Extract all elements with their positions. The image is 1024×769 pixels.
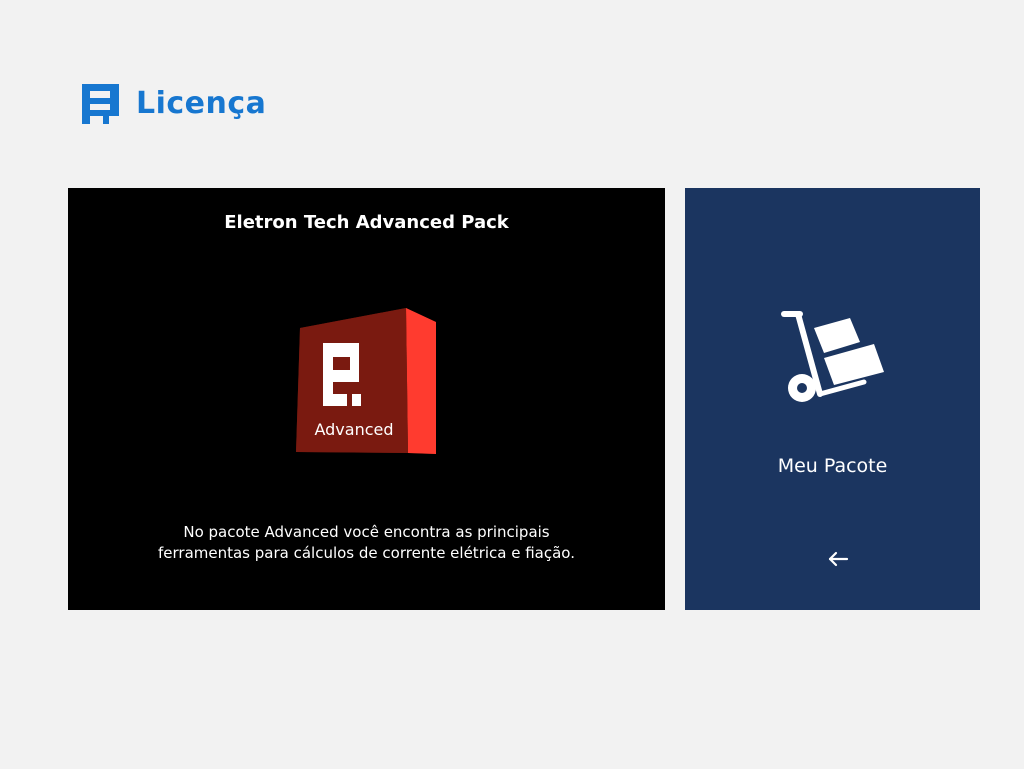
hand-truck-icon xyxy=(780,308,890,408)
pack-box-label: Advanced xyxy=(314,420,394,439)
my-pack-label: Meu Pacote xyxy=(777,455,888,477)
pack-description-line-2: ferramentas para cálculos de corrente el… xyxy=(157,544,575,562)
advanced-pack-box-icon: Advanced xyxy=(296,308,440,456)
arrow-left-icon[interactable] xyxy=(827,550,849,568)
pack-description: No pacote Advanced você encontra as prin… xyxy=(68,522,665,564)
page-title: Licença xyxy=(136,86,267,121)
my-pack-panel[interactable]: Meu Pacote xyxy=(685,188,980,610)
pack-title: Eletron Tech Advanced Pack xyxy=(224,212,509,233)
pack-description-line-1: No pacote Advanced você encontra as prin… xyxy=(183,523,550,541)
page-header: Licença xyxy=(82,84,266,124)
eletron-logo-icon xyxy=(82,84,119,124)
advanced-pack-card[interactable]: Eletron Tech Advanced Pack Advanced No p… xyxy=(68,188,665,610)
